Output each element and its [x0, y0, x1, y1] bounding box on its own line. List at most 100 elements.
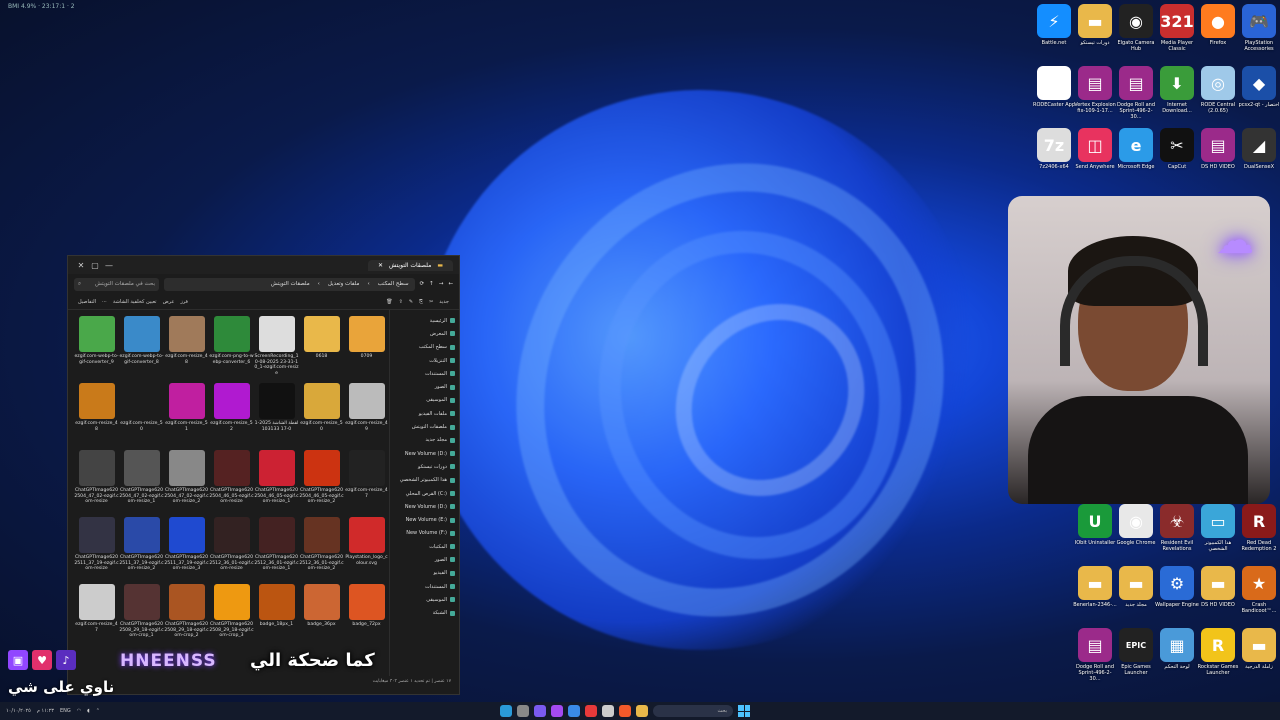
file-item[interactable]: ChatGPTImage6202511_37_19-ezgif.com-resi…: [119, 515, 164, 582]
file-item[interactable]: ChatGPTImage6202504_47_02-ezgif.com-resi…: [74, 448, 119, 515]
nav-item[interactable]: الصور: [394, 380, 455, 393]
desktop-icon-elgato-camera-hub[interactable]: ◉ Elgato Camera Hub: [1114, 4, 1158, 52]
file-item[interactable]: ezgif.com-resize_47: [74, 582, 119, 649]
desktop-icon-dualsensex[interactable]: ◢ DualSenseX: [1237, 128, 1280, 170]
nav-item[interactable]: هذا الكمبيوتر الشخصي: [394, 474, 455, 487]
nav-item[interactable]: القرص المحلي (C:): [394, 487, 455, 500]
nav-item[interactable]: سطح المكتب: [394, 341, 455, 354]
file-item[interactable]: ChatGPTImage6202512_36_01-ezgif.com-resi…: [209, 515, 254, 582]
file-item[interactable]: ezgif.com-resize_47: [344, 448, 389, 515]
file-item[interactable]: ChatGPTImage6202508_29_18-ezgif.com-crop…: [164, 582, 209, 649]
file-item[interactable]: badge_18px_1: [254, 582, 299, 649]
toolbar-view[interactable]: عرض: [163, 299, 175, 305]
desktop-icon-item[interactable]: ▬ زاملة الدرجية: [1237, 628, 1280, 670]
forward-icon[interactable]: →: [439, 281, 444, 287]
file-item[interactable]: ChatGPTImage6202504_46_05-ezgif.com-resi…: [209, 448, 254, 515]
edge-taskbar-icon[interactable]: [500, 705, 512, 717]
delete-icon[interactable]: 🗑: [386, 299, 392, 305]
desktop-icon-benerlan-2346[interactable]: ▬ Benerlan-2346-...: [1073, 566, 1117, 608]
back-icon[interactable]: ←: [448, 281, 453, 287]
explorer-tab[interactable]: ✕ ملصقات التويتش ▬: [367, 259, 453, 271]
desktop-icon-battle-net[interactable]: ⚡ Battle.net: [1032, 4, 1076, 46]
desktop-icon-firefox[interactable]: ● Firefox: [1196, 4, 1240, 46]
maximize-button[interactable]: ▢: [88, 261, 102, 270]
file-item[interactable]: ChatGPTImage6202508_29_18-ezgif.com-crop…: [119, 582, 164, 649]
file-item[interactable]: ezgif.com-resize_49: [344, 381, 389, 448]
minimize-button[interactable]: —: [102, 261, 116, 270]
nav-item[interactable]: New Volume (D:): [394, 500, 455, 513]
desktop-icon-rode-central-2-0-65[interactable]: ◎ RODE Central (2.0.65): [1196, 66, 1240, 114]
file-item[interactable]: ChatGPTImage6202508_29_18-ezgif.com-crop…: [209, 582, 254, 649]
more-icon[interactable]: ⋯: [102, 299, 107, 305]
breadcrumb-item[interactable]: ملصقات التويتش: [271, 281, 310, 287]
desktop-icon-rodecaster-app[interactable]: R RODECaster App: [1032, 66, 1076, 108]
desktop-icon-wallpaper-engine[interactable]: ⚙ Wallpaper Engine: [1155, 566, 1199, 608]
nav-item[interactable]: المكتبات: [394, 540, 455, 553]
up-arrow-icon[interactable]: ↑: [429, 281, 434, 287]
nav-item[interactable]: New Volume (E:): [394, 513, 455, 526]
tray-language[interactable]: ENG: [60, 708, 71, 714]
nav-item[interactable]: الرئيسية: [394, 314, 455, 327]
file-item[interactable]: ezgif.com-resize_48: [74, 381, 119, 448]
desktop-icon-capcut[interactable]: ✂ CapCut: [1155, 128, 1199, 170]
desktop-icon-resident-evil-revelations[interactable]: ☣ Resident Evil Revelations: [1155, 504, 1199, 552]
desktop-icon-item[interactable]: ▭ هذا الكمبيوتر الشخصي: [1196, 504, 1240, 552]
file-item[interactable]: لقطة الشاشة 2025-10-17 103133: [254, 381, 299, 448]
file-item[interactable]: ScreenRecording_10-08-2025 23-31-10_1-ez…: [254, 314, 299, 381]
search-input[interactable]: ⌕ بحث في ملصقات التويتش: [74, 277, 159, 291]
brave-taskbar-icon[interactable]: [585, 705, 597, 717]
file-item[interactable]: ChatGPTImage6202504_46_05-ezgif.com-resi…: [254, 448, 299, 515]
file-item[interactable]: ezgif.com-resize_52: [209, 381, 254, 448]
desktop-icon-vertex-explosion-fix-109-1-17[interactable]: ▤ Vertex Explosion fix-109-1-17...: [1073, 66, 1117, 114]
desktop-icon-epic-games-launcher[interactable]: EPIC Epic Games Launcher: [1114, 628, 1158, 676]
desktop-icon-crash-bandicoot[interactable]: ★ Crash Bandicoot™...: [1237, 566, 1280, 614]
file-item[interactable]: ChatGPTImage6202511_37_19-ezgif.com-resi…: [164, 515, 209, 582]
desktop-icon-pcsx2-qt[interactable]: ◆ pcsx2-qt - اختصار: [1237, 66, 1280, 108]
file-item[interactable]: 0618: [299, 314, 344, 381]
nav-item[interactable]: مجلد جديد: [394, 434, 455, 447]
nav-item[interactable]: الموسيقى: [394, 394, 455, 407]
explorer-titlebar[interactable]: ✕ ▢ — ✕ ملصقات التويتش ▬: [68, 256, 459, 274]
desktop-icon-playstation-accessories[interactable]: 🎮 PlayStation Accessories: [1237, 4, 1280, 52]
file-item[interactable]: ChatGPTImage6202504_47_02-ezgif.com-resi…: [119, 448, 164, 515]
settings-taskbar-icon[interactable]: [517, 705, 529, 717]
tray-time[interactable]: ١١:٢٣ م: [37, 708, 54, 714]
chevron-up-icon[interactable]: ⌃: [96, 708, 100, 714]
file-item[interactable]: ChatGPTImage6202504_47_02-ezgif.com-resi…: [164, 448, 209, 515]
file-item[interactable]: ChatGPTImage6202504_46_05-ezgif.com-resi…: [299, 448, 344, 515]
file-explorer-window[interactable]: ✕ ▢ — ✕ ملصقات التويتش ▬ ⌕ بحث في ملصقات…: [67, 255, 460, 695]
copy-icon[interactable]: ⎘: [419, 299, 423, 305]
taskbar-search[interactable]: بحث: [653, 705, 733, 717]
toolbar-new[interactable]: جديد: [439, 299, 449, 305]
desktop-icon-ds-hd-video[interactable]: ▤ DS HD VIDEO: [1196, 128, 1240, 170]
tray-date[interactable]: ١٠/١٠/٢٠٢٥: [6, 708, 31, 714]
desktop-icon-rockstar-games-launcher[interactable]: R Rockstar Games Launcher: [1196, 628, 1240, 676]
windows-start-icon[interactable]: [738, 705, 750, 717]
file-explorer-taskbar-icon[interactable]: [636, 705, 648, 717]
cut-icon[interactable]: ✂: [429, 299, 433, 305]
desktop-icon-7z2406-x64[interactable]: 7z 7z2406-x64: [1032, 128, 1076, 170]
nav-item[interactable]: New Volume (D:): [394, 447, 455, 460]
nav-item[interactable]: المستندات: [394, 580, 455, 593]
desktop-icon-send-anywhere[interactable]: ◫ Send Anywhere: [1073, 128, 1117, 170]
nav-item[interactable]: الشبكة: [394, 607, 455, 620]
nav-item[interactable]: التنزيلات: [394, 354, 455, 367]
desktop-icon-dodge-roll-and-sprint-496-2-30[interactable]: ▤ Dodge Roll and Sprint-496-2-30...: [1073, 628, 1117, 682]
desktop-icon-microsoft-edge[interactable]: e Microsoft Edge: [1114, 128, 1158, 170]
file-item[interactable]: ezgif.com-resize_50: [119, 381, 164, 448]
close-button[interactable]: ✕: [74, 261, 88, 270]
desktop-icon-internet-download[interactable]: ⬇ Internet Download...: [1155, 66, 1199, 114]
desktop-icon-google-chrome[interactable]: ◉ Google Chrome: [1114, 504, 1158, 546]
notepad-taskbar-icon[interactable]: [602, 705, 614, 717]
twitch-taskbar-icon[interactable]: [551, 705, 563, 717]
file-item[interactable]: ezgif.com-resize_48: [164, 314, 209, 381]
desktop-icon-red-dead-redemption-2[interactable]: R Red Dead Redemption 2: [1237, 504, 1280, 552]
rename-icon[interactable]: ✎: [409, 299, 413, 305]
nav-item[interactable]: الصور: [394, 553, 455, 566]
file-item[interactable]: ChatGPTImage6202511_37_19-ezgif.com-resi…: [74, 515, 119, 582]
share-icon[interactable]: ⇪: [399, 299, 403, 305]
desktop-icon-item[interactable]: ▦ لوحة التحكم: [1155, 628, 1199, 670]
desktop-icon-media-player-classic[interactable]: 321 Media Player Classic: [1155, 4, 1199, 52]
file-item[interactable]: badge_72px: [344, 582, 389, 649]
desktop-icon-item[interactable]: ▬ دورات تيستكو: [1073, 4, 1117, 46]
